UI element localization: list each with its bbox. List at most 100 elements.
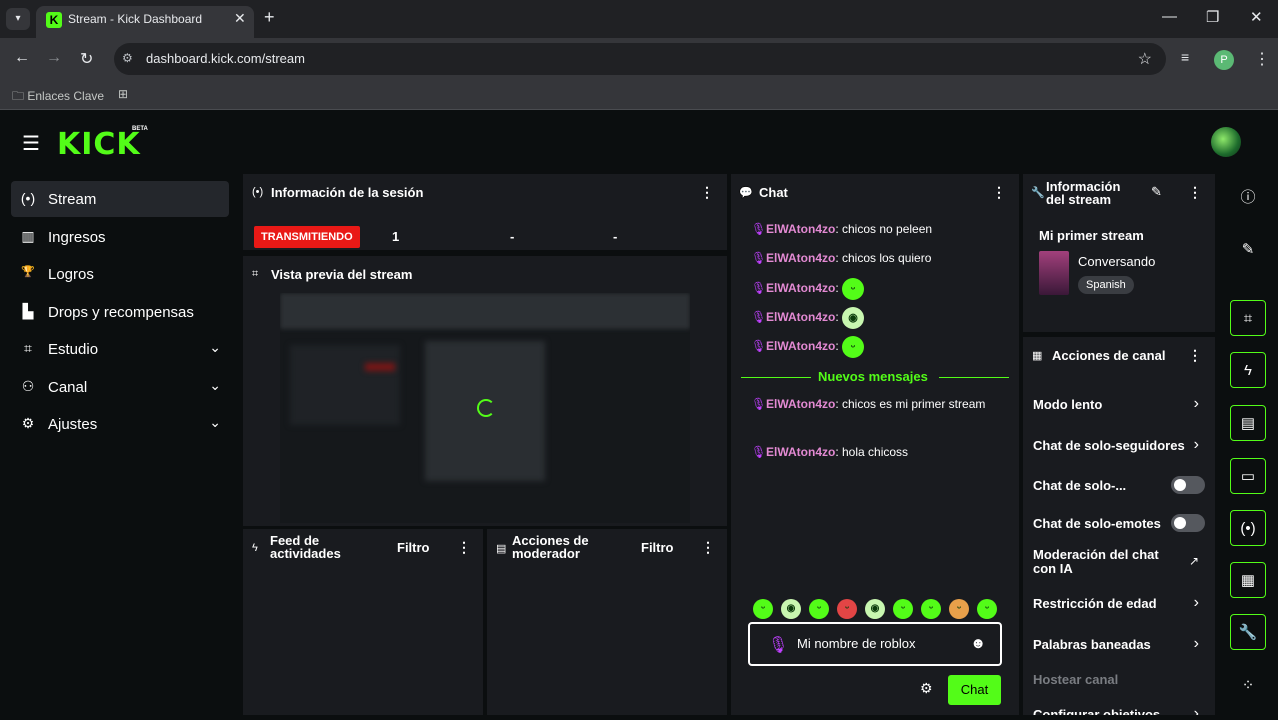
- external-link-icon[interactable]: ↗: [1189, 554, 1199, 568]
- info-icon[interactable]: ⓘ: [1230, 180, 1266, 216]
- microphone-icon: 🎙: [751, 445, 767, 459]
- gift-icon: ▙: [22, 303, 34, 319]
- action-ai-moderation[interactable]: Moderación del chat con IA: [1033, 548, 1183, 576]
- chat-input[interactable]: 🎙 Mi nombre de roblox ☻: [748, 622, 1002, 666]
- broadcast-icon[interactable]: (•): [1230, 510, 1266, 546]
- tab-search-dropdown[interactable]: ▾: [6, 8, 30, 30]
- action-age-restriction[interactable]: Restricción de edad: [1033, 596, 1213, 611]
- chat-username[interactable]: ElWAton4zo: [766, 251, 835, 265]
- user-avatar[interactable]: [1211, 127, 1241, 157]
- panel-menu-icon[interactable]: ⋮: [701, 539, 715, 556]
- sidebar-item-ingresos[interactable]: ▥ Ingresos: [11, 219, 229, 255]
- edit-pencil-icon[interactable]: ✎: [1151, 184, 1162, 200]
- layout-dots-icon[interactable]: ⁘: [1230, 668, 1266, 704]
- channel-actions-icon[interactable]: ▦: [1230, 562, 1266, 598]
- chat-username[interactable]: ElWAton4zo: [766, 339, 835, 353]
- subs-only-toggle[interactable]: [1171, 476, 1205, 494]
- sidebar-item-ajustes[interactable]: ⚙ Ajustes ⌄: [11, 406, 229, 442]
- profile-avatar[interactable]: P: [1214, 50, 1234, 70]
- browser-menu-icon[interactable]: ⋮: [1254, 49, 1270, 69]
- filter-button[interactable]: Filtro: [397, 540, 430, 555]
- chat-username[interactable]: ElWAton4zo: [766, 281, 835, 295]
- emote-icon[interactable]: ◉: [865, 599, 885, 619]
- microphone-icon: 🎙: [768, 637, 789, 654]
- new-messages-label[interactable]: Nuevos mensajes: [818, 369, 928, 384]
- emote-icon[interactable]: ᵕ: [921, 599, 941, 619]
- chat-username[interactable]: ElWAton4zo: [766, 310, 835, 324]
- apps-grid-icon[interactable]: ⊞: [118, 87, 128, 101]
- emote-icon[interactable]: ᵕ: [809, 599, 829, 619]
- chevron-right-icon[interactable]: ›: [1194, 594, 1199, 612]
- maximize-icon[interactable]: ❐: [1206, 8, 1219, 26]
- emote-icon[interactable]: ᵕ: [837, 599, 857, 619]
- hamburger-menu-icon[interactable]: ☰: [22, 131, 40, 156]
- stream-preview-video[interactable]: [280, 293, 690, 523]
- action-slow-mode[interactable]: Modo lento: [1033, 397, 1213, 412]
- forward-icon[interactable]: →: [46, 49, 62, 67]
- reading-list-icon[interactable]: ≡: [1181, 49, 1189, 65]
- sidebar-item-label: Ingresos: [48, 229, 106, 246]
- panel-menu-icon[interactable]: ⋮: [457, 539, 471, 556]
- channel-actions-panel: ▦ Acciones de canal ⋮ Modo lento › Chat …: [1023, 337, 1215, 715]
- site-info-icon[interactable]: ⚙: [122, 51, 133, 65]
- emote-icon: ◉: [842, 307, 865, 329]
- chat-username[interactable]: ElWAton4zo: [766, 445, 835, 459]
- bookmarks-bar: 🗀 Enlaces Clave ⊞: [0, 80, 1278, 110]
- sidebar-item-estudio[interactable]: ⌗ Estudio ⌄: [11, 331, 229, 367]
- chevron-right-icon[interactable]: ›: [1194, 436, 1199, 454]
- browser-toolbar: ← → ↻ ⚙ dashboard.kick.com/stream ☆ ≡ P …: [0, 38, 1278, 80]
- panel-title: Información del stream: [1046, 179, 1121, 207]
- reload-icon[interactable]: ↻: [80, 49, 93, 69]
- wrench-icon[interactable]: 🔧: [1230, 614, 1266, 650]
- lightning-icon[interactable]: ϟ: [1230, 352, 1266, 388]
- chat-bubble-icon[interactable]: ▭: [1230, 458, 1266, 494]
- send-chat-button[interactable]: Chat: [948, 675, 1001, 705]
- panel-title: Información de la sesión: [271, 185, 424, 200]
- new-tab-icon[interactable]: +: [264, 7, 275, 28]
- edit-pencil-icon[interactable]: ✎: [1230, 232, 1266, 268]
- broadcast-icon: (•): [252, 186, 264, 198]
- chevron-right-icon[interactable]: ›: [1194, 395, 1199, 413]
- kick-logo[interactable]: KICK: [57, 127, 141, 162]
- bookmark-star-icon[interactable]: ☆: [1138, 49, 1152, 69]
- panel-title: Vista previa del stream: [271, 267, 413, 282]
- emote-icon[interactable]: ᵕ: [893, 599, 913, 619]
- chat-username[interactable]: ElWAton4zo: [766, 222, 835, 236]
- preview-toggle-icon[interactable]: ⌗: [1230, 300, 1266, 336]
- emote-icon[interactable]: ◉: [781, 599, 801, 619]
- emote-icon[interactable]: ᵕ: [753, 599, 773, 619]
- chevron-right-icon[interactable]: ›: [1194, 635, 1199, 653]
- emote-icon[interactable]: ᵕ: [977, 599, 997, 619]
- emote-icon[interactable]: ᵕ: [949, 599, 969, 619]
- sidebar-item-canal[interactable]: ⚇ Canal ⌄: [11, 369, 229, 405]
- chevron-right-icon[interactable]: ›: [1194, 705, 1199, 715]
- chat-username[interactable]: ElWAton4zo: [766, 397, 835, 411]
- browser-tab[interactable]: K Stream - Kick Dashboard ✕: [36, 6, 254, 38]
- action-followers-only[interactable]: Chat de solo-seguidores: [1033, 438, 1191, 453]
- panel-menu-icon[interactable]: ⋮: [1188, 184, 1202, 201]
- document-icon[interactable]: ▤: [1230, 405, 1266, 441]
- sidebar-item-logros[interactable]: 🏆 Logros: [11, 256, 229, 292]
- category-thumbnail: [1039, 251, 1069, 295]
- address-bar[interactable]: ⚙ dashboard.kick.com/stream ☆: [114, 43, 1166, 75]
- action-goals[interactable]: Configurar objetivos: [1033, 707, 1213, 715]
- minimize-icon[interactable]: —: [1162, 8, 1177, 25]
- panel-menu-icon[interactable]: ⋮: [992, 184, 1006, 201]
- filter-button[interactable]: Filtro: [641, 540, 674, 555]
- panel-title: Chat: [759, 185, 788, 200]
- panel-menu-icon[interactable]: ⋮: [700, 184, 714, 201]
- window-close-icon[interactable]: ✕: [1250, 8, 1263, 26]
- sidebar-item-drops[interactable]: ▙ Drops y recompensas: [11, 294, 229, 330]
- chat-settings-gear-icon[interactable]: ⚙: [920, 680, 933, 697]
- emotes-only-toggle[interactable]: [1171, 514, 1205, 532]
- wrench-icon: 🔧: [1031, 187, 1045, 199]
- action-banned-words[interactable]: Palabras baneadas: [1033, 637, 1213, 652]
- bookmark-enlaces-clave[interactable]: 🗀 Enlaces Clave: [12, 87, 104, 108]
- panel-title: Acciones de moderador: [512, 533, 589, 561]
- back-icon[interactable]: ←: [14, 49, 30, 67]
- lightning-icon: ϟ: [252, 542, 258, 554]
- tab-close-icon[interactable]: ✕: [234, 10, 246, 27]
- sidebar-item-stream[interactable]: (•) Stream: [11, 181, 229, 217]
- panel-menu-icon[interactable]: ⋮: [1188, 347, 1202, 364]
- emoji-picker-icon[interactable]: ☻: [970, 635, 986, 652]
